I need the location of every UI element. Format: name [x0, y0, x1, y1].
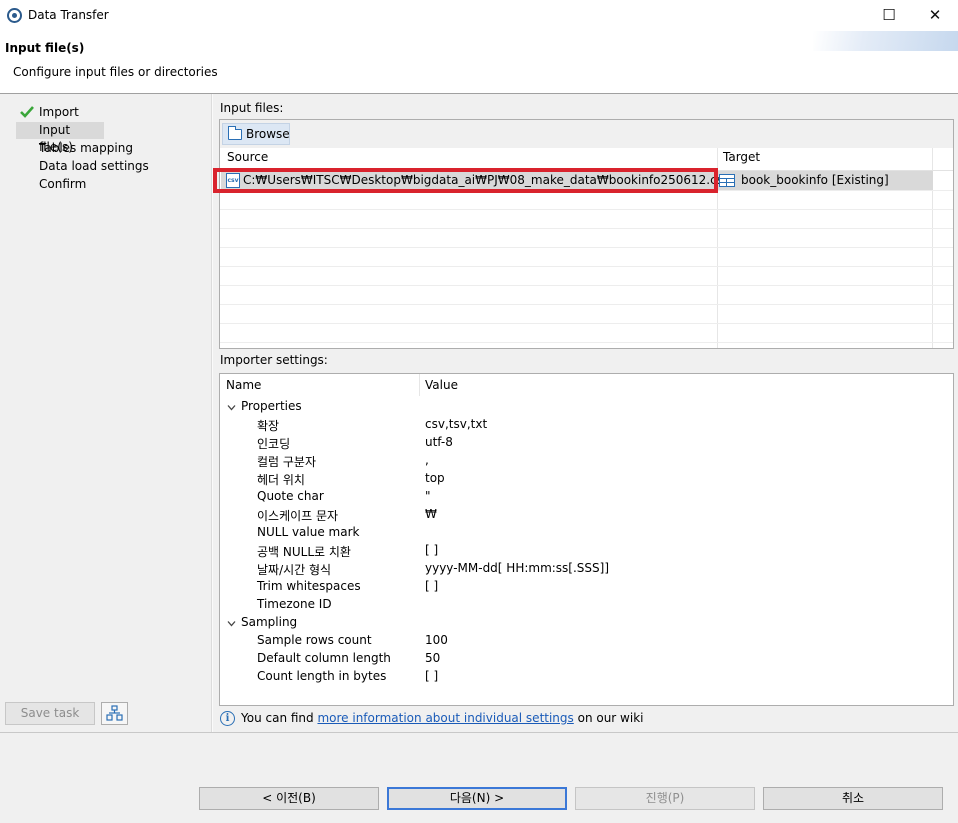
task-config-icon: [106, 705, 123, 721]
input-files-toolbar: Browse: [220, 120, 953, 148]
target-table: book_bookinfo [Existing]: [741, 173, 889, 187]
property-value[interactable]: [ ]: [425, 579, 438, 593]
page-description: Configure input files or directories: [13, 65, 218, 79]
info-icon: i: [220, 711, 235, 726]
browse-button-label: Browse: [246, 127, 290, 141]
property-name[interactable]: NULL value mark: [257, 525, 359, 539]
property-value[interactable]: [ ]: [425, 543, 438, 557]
header-banner-graphic: [813, 31, 958, 51]
info-prefix: You can find: [241, 711, 318, 725]
row-divider: [220, 266, 953, 267]
property-value[interactable]: 50: [425, 651, 440, 665]
importer-settings-label: Importer settings:: [220, 353, 328, 367]
property-name[interactable]: Trim whitespaces: [257, 579, 361, 593]
app-icon: [7, 8, 22, 23]
cancel-button[interactable]: 취소: [763, 787, 943, 810]
chevron-down-icon[interactable]: [227, 619, 236, 628]
row-divider: [220, 247, 953, 248]
save-task-button[interactable]: Save task: [5, 702, 95, 725]
column-header-target[interactable]: Target: [723, 150, 760, 164]
next-button[interactable]: 다음(N) >: [387, 787, 567, 810]
property-name[interactable]: Default column length: [257, 651, 391, 665]
nav-step-label: Data load settings: [39, 159, 149, 173]
column-divider: [419, 374, 420, 396]
nav-step-data-load-settings[interactable]: Data load settings: [16, 158, 156, 175]
nav-step-input-files[interactable]: Input file(s): [16, 122, 104, 154]
nav-step-label: Confirm: [39, 177, 87, 191]
title-bar: Data Transfer ☐ ✕: [0, 0, 958, 31]
property-value[interactable]: utf-8: [425, 435, 453, 449]
task-config-button[interactable]: [101, 702, 128, 725]
highlight-annotation-box: [213, 168, 718, 193]
info-suffix: on our wiki: [573, 711, 644, 725]
column-header-value[interactable]: Value: [425, 378, 458, 392]
property-name[interactable]: Timezone ID: [257, 597, 332, 611]
nav-step-tables-mapping[interactable]: Tables mapping: [16, 140, 136, 157]
property-name[interactable]: 날짜/시간 형식: [257, 561, 331, 578]
property-value[interactable]: yyyy-MM-dd[ HH:mm:ss[.SSS]]: [425, 561, 609, 575]
nav-step-confirm[interactable]: Confirm: [16, 176, 104, 193]
row-divider: [220, 304, 953, 305]
property-value[interactable]: [ ]: [425, 669, 438, 683]
close-button[interactable]: ✕: [912, 0, 958, 31]
browse-button[interactable]: Browse: [222, 123, 290, 145]
maximize-button[interactable]: ☐: [866, 0, 912, 31]
window-title: Data Transfer: [28, 8, 109, 22]
property-value[interactable]: top: [425, 471, 445, 485]
row-divider: [220, 323, 953, 324]
property-name[interactable]: Quote char: [257, 489, 324, 503]
page-title: Input file(s): [5, 41, 85, 55]
property-name[interactable]: 이스케이프 문자: [257, 507, 338, 524]
property-name[interactable]: 확장: [257, 417, 279, 434]
property-name[interactable]: 인코딩: [257, 435, 290, 452]
property-name[interactable]: 헤더 위치: [257, 471, 305, 488]
property-value[interactable]: csv,tsv,txt: [425, 417, 487, 431]
property-value[interactable]: ₩: [425, 507, 437, 521]
nav-step-label: Tables mapping: [39, 141, 133, 155]
property-name[interactable]: 컬럼 구분자: [257, 453, 316, 470]
wizard-header: Input file(s) Configure input files or d…: [0, 31, 958, 93]
row-divider: [220, 342, 953, 343]
property-value[interactable]: 100: [425, 633, 448, 647]
input-files-table: Browse Source Target csv C:₩Users₩ITSC₩D…: [219, 119, 954, 349]
column-header-name[interactable]: Name: [226, 378, 261, 392]
importer-settings-tree: Name Value Properties 확장 csv,tsv,txt 인코딩…: [219, 373, 954, 706]
chevron-down-icon[interactable]: [227, 403, 236, 412]
column-header-source[interactable]: Source: [227, 150, 268, 164]
proceed-button[interactable]: 진행(P): [575, 787, 755, 810]
input-files-label: Input files:: [220, 101, 284, 115]
property-value[interactable]: ": [425, 489, 431, 503]
row-divider: [220, 285, 953, 286]
row-divider: [220, 209, 953, 210]
property-name[interactable]: 공백 NULL로 치환: [257, 543, 351, 560]
row-divider: [220, 228, 953, 229]
settings-info-link[interactable]: more information about individual settin…: [317, 711, 573, 725]
group-properties[interactable]: Properties: [241, 399, 302, 413]
check-icon: [20, 106, 34, 118]
group-sampling[interactable]: Sampling: [241, 615, 297, 629]
folder-open-icon: [228, 126, 242, 140]
property-value[interactable]: ,: [425, 453, 429, 467]
table-icon: [719, 174, 735, 187]
back-button[interactable]: < 이전(B): [199, 787, 379, 810]
property-name[interactable]: Count length in bytes: [257, 669, 386, 683]
wizard-steps-panel: Import source Input file(s) Tables mappi…: [0, 94, 211, 732]
property-name[interactable]: Sample rows count: [257, 633, 372, 647]
nav-step-import-source[interactable]: Import source: [16, 104, 104, 136]
info-text: You can find more information about indi…: [241, 711, 643, 725]
